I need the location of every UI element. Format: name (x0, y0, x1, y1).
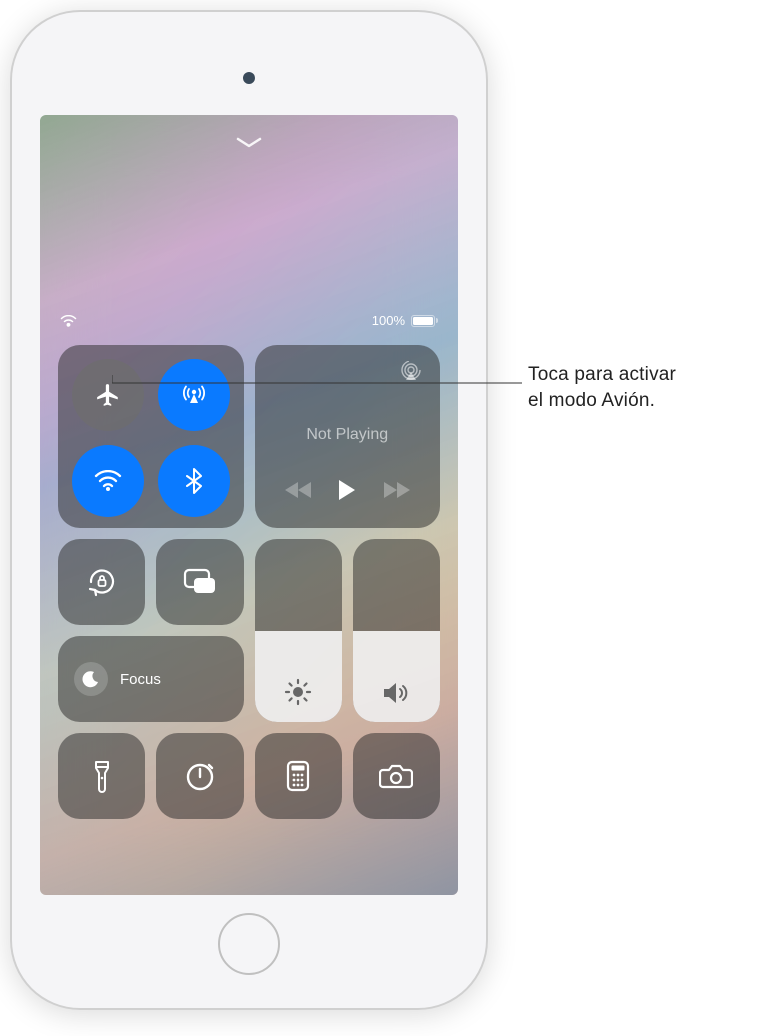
moon-icon (82, 670, 100, 688)
screen-mirroring-icon (182, 567, 218, 597)
callout-line1: Toca para activar (528, 362, 676, 388)
battery-icon (411, 315, 438, 327)
flashlight-icon (93, 759, 111, 793)
camera-icon (379, 763, 413, 789)
front-camera (243, 72, 255, 84)
airdrop-icon (180, 381, 208, 409)
airplane-icon (95, 382, 121, 408)
rewind-icon[interactable] (285, 481, 313, 499)
airplane-mode-button[interactable] (72, 359, 144, 431)
screen-mirroring-button[interactable] (156, 539, 243, 625)
media-module[interactable]: Not Playing (255, 345, 441, 528)
forward-icon[interactable] (382, 481, 410, 499)
control-center-backdrop: 100% (40, 115, 458, 895)
play-icon[interactable] (337, 478, 357, 502)
wifi-icon (94, 470, 122, 492)
calculator-icon (286, 760, 310, 792)
airplay-icon[interactable] (400, 361, 422, 381)
callout-line2: el modo Avión. (528, 388, 676, 414)
timer-button[interactable] (156, 733, 243, 819)
brightness-slider[interactable] (255, 539, 342, 722)
control-center-grid: Not Playing (58, 345, 440, 819)
bluetooth-button[interactable] (158, 445, 230, 517)
bluetooth-icon (186, 467, 202, 495)
connectivity-module[interactable] (58, 345, 244, 528)
focus-label: Focus (120, 671, 161, 688)
device-frame: 100% (10, 10, 488, 1010)
rotation-lock-button[interactable] (58, 539, 145, 625)
calculator-button[interactable] (255, 733, 342, 819)
speaker-icon (381, 680, 411, 706)
wifi-status-icon (60, 315, 77, 327)
battery-percent: 100% (372, 313, 405, 328)
sun-icon (284, 678, 312, 706)
timer-icon (184, 760, 216, 792)
now-playing-title: Not Playing (306, 426, 388, 444)
airdrop-button[interactable] (158, 359, 230, 431)
chevron-down-icon[interactable] (236, 137, 262, 149)
callout-airplane-mode: Toca para activar el modo Avión. (528, 362, 676, 413)
rotation-lock-icon (85, 565, 119, 599)
status-bar: 100% (40, 313, 458, 328)
wifi-button[interactable] (72, 445, 144, 517)
flashlight-button[interactable] (58, 733, 145, 819)
volume-slider[interactable] (353, 539, 440, 722)
focus-button[interactable]: Focus (58, 636, 244, 722)
screen: 100% (40, 115, 458, 895)
home-button[interactable] (218, 913, 280, 975)
camera-button[interactable] (353, 733, 440, 819)
